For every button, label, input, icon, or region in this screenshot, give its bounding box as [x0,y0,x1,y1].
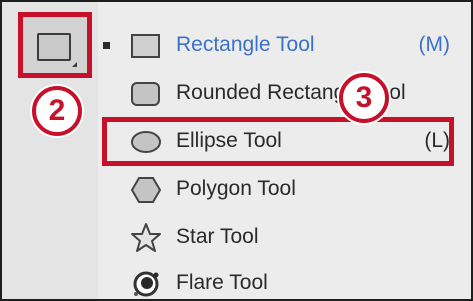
menu-item-label: Star Tool [176,225,259,248]
menu-item-polygon-tool[interactable]: Polygon Tool [124,166,454,212]
highlight-box-ellipse-tool [102,117,454,166]
star-icon [129,221,163,255]
tool-flyout-screenshot: Rectangle Tool (M) Rounded Rectangle Too… [0,0,473,301]
menu-item-label: Flare Tool [176,271,268,294]
menu-item-label: Rectangle Tool [176,33,315,56]
polygon-icon [129,173,163,207]
step-badge-3: 3 [339,73,389,123]
rounded-rectangle-icon [129,77,163,111]
menu-item-shortcut: (M) [418,33,450,56]
menu-item-rounded-rectangle-tool[interactable]: Rounded Rectangle Tool [124,70,454,116]
step-badge-2: 2 [32,86,82,136]
highlight-box-tool-button [18,12,92,78]
active-tool-indicator [103,42,110,49]
menu-item-rectangle-tool[interactable]: Rectangle Tool (M) [124,22,454,68]
flare-icon [129,267,163,299]
menu-item-label: Polygon Tool [176,177,296,200]
menu-item-flare-tool[interactable]: Flare Tool [124,260,454,299]
menu-item-star-tool[interactable]: Star Tool [124,214,454,260]
rectangle-icon [129,29,163,63]
tools-panel [2,2,98,299]
